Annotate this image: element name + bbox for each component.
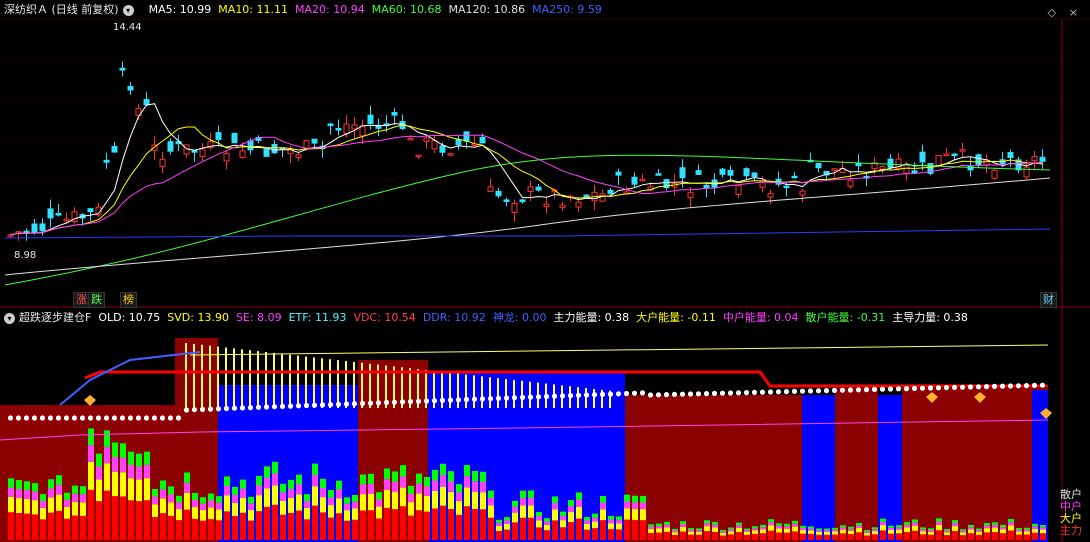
- chevron-down-icon[interactable]: ▾: [122, 4, 134, 16]
- stock-title[interactable]: 深纺织Ａ (日线 前复权): [4, 1, 119, 19]
- finance-badge[interactable]: 财: [1040, 292, 1057, 308]
- fall-badge[interactable]: 跌: [88, 292, 105, 308]
- indicator-title[interactable]: 超跌逐步建仓F: [19, 309, 91, 327]
- indicator-legend-item-3: ETF: 11.93: [288, 311, 347, 324]
- indicator-legend-item-9: 中户能量: 0.04: [722, 311, 799, 324]
- indicator-legend-item-1: SVD: 13.90: [167, 311, 229, 324]
- side-label-main: 主力: [1060, 524, 1082, 537]
- chart-canvas[interactable]: [0, 0, 1090, 542]
- indicator-legend-item-2: SE: 8.09: [235, 311, 282, 324]
- diamond-icon[interactable]: ◇: [1048, 6, 1056, 19]
- high-price-label: 14.44: [113, 22, 142, 33]
- low-price-label: 8.98: [14, 250, 37, 261]
- indicator-legend-item-10: 散户能量: -0.31: [805, 311, 886, 324]
- ma-legend-item-3: MA60: 10.68: [371, 3, 442, 16]
- indicator-legend-item-6: 神龙: 0.00: [492, 311, 547, 324]
- indicator-legend-item-7: 主力能量: 0.38: [553, 311, 630, 324]
- chevron-down-icon[interactable]: ▾: [4, 312, 15, 324]
- ma-legend-item-0: MA5: 10.99: [148, 3, 212, 16]
- ma-legend: MA5: 10.99 MA10: 11.11 MA20: 10.94 MA60: 10…: [149, 1, 609, 19]
- indicator-legend-item-5: DDR: 10.92: [422, 311, 486, 324]
- indicator-header: ▾ 超跌逐步建仓F OLD: 10.75 SVD: 13.90 SE: 8.09 ET…: [0, 309, 982, 327]
- close-icon[interactable]: ×: [1069, 6, 1078, 19]
- ma-legend-item-2: MA20: 10.94: [295, 3, 365, 16]
- stock-chart-window: 深纺织Ａ (日线 前复权) ▾ MA5: 10.99 MA10: 11.11 MA2…: [0, 0, 1090, 542]
- main-header: 深纺织Ａ (日线 前复权) ▾ MA5: 10.99 MA10: 11.11 MA2…: [0, 1, 616, 19]
- ma-legend-item-1: MA10: 11.11: [218, 3, 289, 16]
- indicator-legend-item-11: 主导力量: 0.38: [892, 311, 968, 324]
- indicator-legend-item-0: OLD: 10.75: [98, 311, 161, 324]
- list-badge[interactable]: 榜: [120, 292, 137, 308]
- indicator-legend-item-8: 大户能量: -0.11: [636, 311, 716, 324]
- ma-legend-item-4: MA120: 10.86: [448, 3, 526, 16]
- indicator-legend-item-4: VDC: 10.54: [353, 311, 416, 324]
- ma-legend-item-5: MA250: 9.59: [532, 3, 602, 16]
- indicator-legend: OLD: 10.75 SVD: 13.90 SE: 8.09 ETF: 11.93 VD…: [98, 309, 975, 327]
